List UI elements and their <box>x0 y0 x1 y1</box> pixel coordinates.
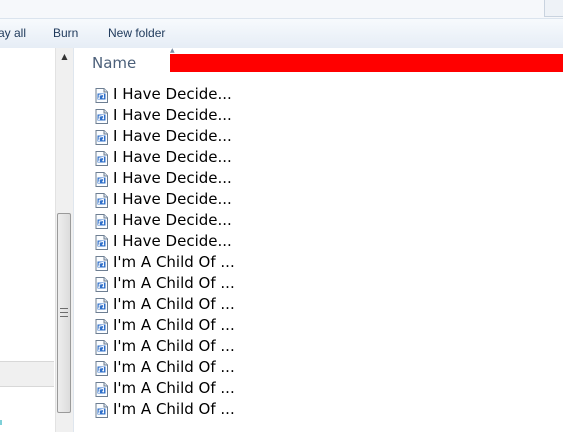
navigation-pane[interactable] <box>0 48 55 432</box>
audio-file-icon <box>95 192 108 208</box>
file-name: I'm A Child Of ... <box>113 379 235 397</box>
play-all-button[interactable]: ay all <box>0 26 26 40</box>
audio-file-icon <box>95 87 108 103</box>
column-header-row: Name ▲ <box>74 48 563 78</box>
thumb-grip-icon <box>60 308 68 317</box>
file-name: I'm A Child Of ... <box>113 274 235 292</box>
file-row[interactable]: I Have Decide... <box>95 210 555 231</box>
file-name: I Have Decide... <box>113 190 232 208</box>
scroll-up-arrow-icon[interactable]: ▲ <box>56 48 73 65</box>
redacted-column-headers <box>170 54 563 72</box>
file-name: I'm A Child Of ... <box>113 358 235 376</box>
file-row[interactable]: I'm A Child Of ... <box>95 294 555 315</box>
file-name: I Have Decide... <box>113 148 232 166</box>
file-row[interactable]: I'm A Child Of ... <box>95 315 555 336</box>
file-name: I Have Decide... <box>113 106 232 124</box>
audio-file-icon <box>95 297 108 313</box>
file-name: I Have Decide... <box>113 85 232 103</box>
nav-expander-mark <box>0 420 2 425</box>
file-name: I'm A Child Of ... <box>113 400 235 418</box>
audio-file-icon <box>95 171 108 187</box>
audio-file-icon <box>95 381 108 397</box>
name-column-header[interactable]: Name <box>92 54 136 72</box>
file-row[interactable]: I Have Decide... <box>95 84 555 105</box>
file-row[interactable]: I Have Decide... <box>95 189 555 210</box>
pane-divider[interactable] <box>73 48 74 432</box>
audio-file-icon <box>95 255 108 271</box>
file-row[interactable]: I Have Decide... <box>95 126 555 147</box>
nav-selected-item[interactable] <box>0 361 54 387</box>
file-row[interactable]: I'm A Child Of ... <box>95 399 555 420</box>
file-name: I'm A Child Of ... <box>113 295 235 313</box>
file-row[interactable]: I Have Decide... <box>95 231 555 252</box>
file-name: I Have Decide... <box>113 127 232 145</box>
file-name: I'm A Child Of ... <box>113 253 235 271</box>
scrollbar-thumb[interactable] <box>57 213 71 413</box>
file-row[interactable]: I Have Decide... <box>95 147 555 168</box>
explorer-window: ay all Burn New folder ▲ Name ▲ I Have D… <box>0 0 563 432</box>
audio-file-icon <box>95 402 108 418</box>
audio-file-icon <box>95 276 108 292</box>
file-row[interactable]: I Have Decide... <box>95 105 555 126</box>
audio-file-icon <box>95 213 108 229</box>
title-strip <box>0 0 563 18</box>
file-row[interactable]: I'm A Child Of ... <box>95 357 555 378</box>
audio-file-icon <box>95 318 108 334</box>
burn-button[interactable]: Burn <box>53 26 78 40</box>
file-name: I Have Decide... <box>113 232 232 250</box>
file-row[interactable]: I'm A Child Of ... <box>95 273 555 294</box>
audio-file-icon <box>95 339 108 355</box>
window-corner-tab <box>544 0 563 17</box>
file-row[interactable]: I'm A Child Of ... <box>95 252 555 273</box>
audio-file-icon <box>95 360 108 376</box>
navigation-scrollbar[interactable]: ▲ <box>55 48 73 432</box>
file-name: I'm A Child Of ... <box>113 337 235 355</box>
file-name: I Have Decide... <box>113 211 232 229</box>
file-list: I Have Decide... I Have Decide... I Have D… <box>95 84 555 420</box>
file-row[interactable]: I'm A Child Of ... <box>95 336 555 357</box>
file-name: I'm A Child Of ... <box>113 316 235 334</box>
command-bar: ay all Burn New folder <box>0 18 563 49</box>
file-name: I Have Decide... <box>113 169 232 187</box>
audio-file-icon <box>95 234 108 250</box>
audio-file-icon <box>95 150 108 166</box>
new-folder-button[interactable]: New folder <box>108 26 165 40</box>
file-row[interactable]: I'm A Child Of ... <box>95 378 555 399</box>
audio-file-icon <box>95 108 108 124</box>
file-row[interactable]: I Have Decide... <box>95 168 555 189</box>
audio-file-icon <box>95 129 108 145</box>
